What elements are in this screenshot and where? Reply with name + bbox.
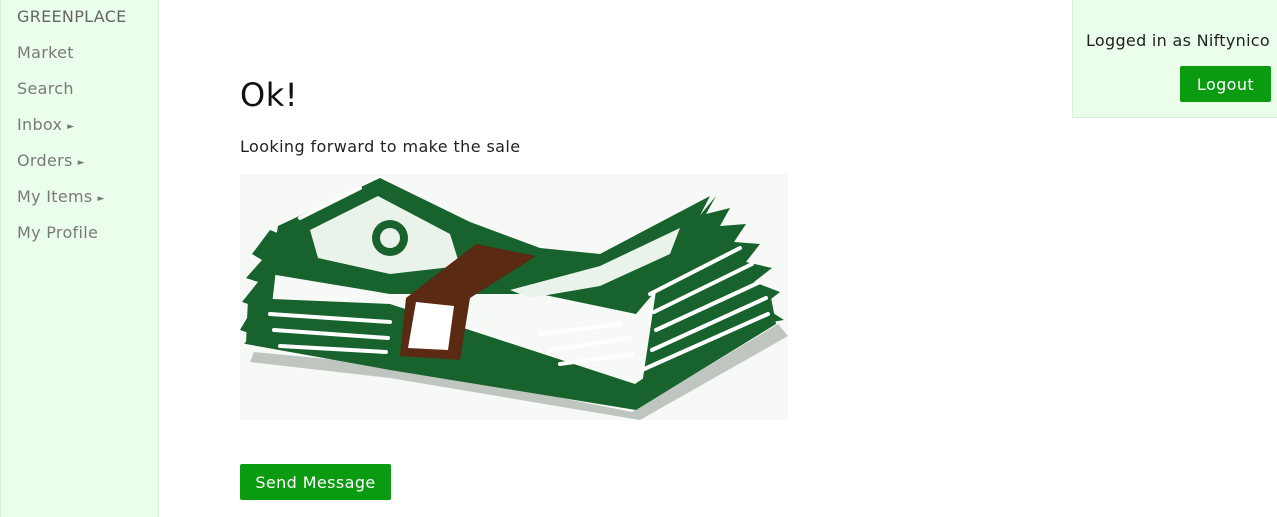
- logged-in-status: Logged in as Niftynico: [1086, 31, 1270, 50]
- money-stack-icon: [240, 174, 788, 420]
- sidebar-item-market[interactable]: Market: [17, 43, 74, 62]
- expand-arrow-icon: ►: [67, 122, 75, 132]
- sidebar-item-label: Market: [17, 43, 74, 62]
- sidebar-item-inbox[interactable]: Inbox ►: [17, 115, 75, 134]
- sidebar-item-label: My Profile: [17, 223, 99, 242]
- sidebar-item-search[interactable]: Search: [17, 79, 74, 98]
- sidebar-item-label: My Items: [17, 187, 93, 206]
- message-text: Looking forward to make the sale: [240, 137, 521, 156]
- logout-button[interactable]: Logout: [1180, 66, 1271, 102]
- expand-arrow-icon: ►: [97, 194, 105, 204]
- send-message-button[interactable]: Send Message: [240, 464, 391, 500]
- sidebar: GREENPLACE Market Search Inbox ► Orders ► …: [0, 0, 159, 517]
- sidebar-item-label: Orders: [17, 151, 73, 170]
- brand-logo[interactable]: GREENPLACE: [17, 7, 127, 26]
- expand-arrow-icon: ►: [77, 158, 85, 168]
- sidebar-item-my-items[interactable]: My Items ►: [17, 187, 105, 206]
- page-title: Ok!: [240, 76, 299, 114]
- sidebar-item-label: Inbox: [17, 115, 63, 134]
- sidebar-item-my-profile[interactable]: My Profile: [17, 223, 98, 242]
- sidebar-item-label: Search: [17, 79, 74, 98]
- sidebar-item-orders[interactable]: Orders ►: [17, 151, 85, 170]
- user-panel: Logged in as Niftynico Logout: [1072, 0, 1277, 118]
